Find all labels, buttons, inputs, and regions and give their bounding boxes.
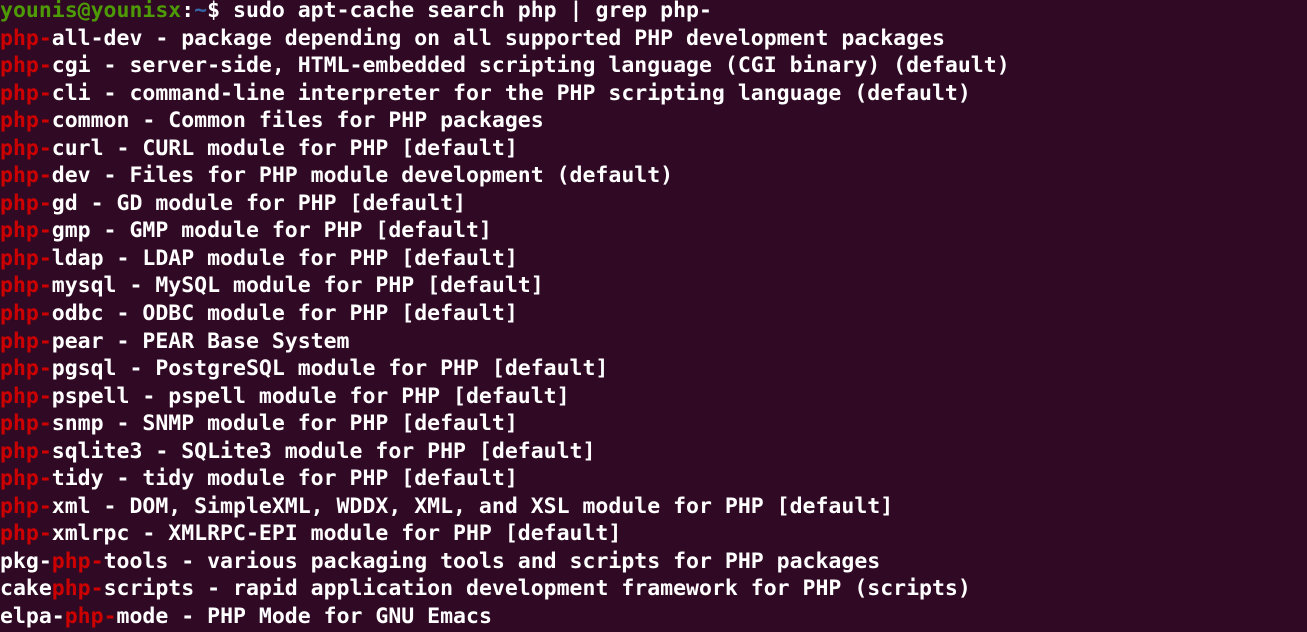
result-php-odbc-seg-0: php-	[0, 301, 52, 327]
result-php-xmlrpc-seg-0: php-	[0, 521, 52, 547]
result-php-ldap: php-ldap - LDAP module for PHP [default]	[0, 245, 1307, 273]
result-cakephp-scripts: cakephp-scripts - rapid application deve…	[0, 575, 1307, 603]
prompt-line: younis@younisx:~$ sudo apt-cache search …	[0, 0, 1307, 25]
result-php-cgi: php-cgi - server-side, HTML-embedded scr…	[0, 52, 1307, 80]
result-php-pspell-seg-1: pspell - pspell module for PHP [default]	[51, 383, 570, 409]
result-php-odbc-seg-1: odbc - ODBC module for PHP [default]	[51, 301, 518, 327]
result-php-mysql-seg-0: php-	[0, 273, 52, 299]
result-php-all-dev-seg-1: all-dev - package depending on all suppo…	[51, 25, 945, 51]
result-php-xmlrpc-seg-1: xmlrpc - XMLRPC-EPI module for PHP [defa…	[51, 521, 622, 547]
result-php-gd-seg-0: php-	[0, 190, 52, 216]
result-cakephp-scripts-seg-1: php-	[51, 576, 104, 602]
result-php-all-dev-seg-0: php-	[0, 25, 52, 51]
result-php-odbc: php-odbc - ODBC module for PHP [default]	[0, 300, 1307, 328]
result-php-pspell: php-pspell - pspell module for PHP [defa…	[0, 383, 1307, 411]
prompt-line-seg-4: sudo apt-cache search php | grep php-	[233, 0, 712, 23]
result-php-gd-seg-1: gd - GD module for PHP [default]	[51, 190, 466, 216]
prompt-line-seg-0: younis@younisx	[0, 0, 182, 23]
result-php-dev-seg-1: dev - Files for PHP module development (…	[51, 163, 674, 189]
result-php-ldap-seg-0: php-	[0, 245, 52, 271]
prompt-line-seg-3: $	[207, 0, 234, 23]
result-cakephp-scripts-seg-2: scripts - rapid application development …	[103, 576, 971, 602]
result-php-cli: php-cli - command-line interpreter for t…	[0, 80, 1307, 108]
result-elpa-php-mode-seg-1: php-	[64, 604, 117, 630]
result-php-tidy-seg-1: tidy - tidy module for PHP [default]	[51, 466, 518, 492]
result-php-gmp-seg-0: php-	[0, 218, 52, 244]
result-php-mysql: php-mysql - MySQL module for PHP [defaul…	[0, 272, 1307, 300]
result-php-snmp: php-snmp - SNMP module for PHP [default]	[0, 410, 1307, 438]
result-php-pear: php-pear - PEAR Base System	[0, 328, 1307, 356]
result-php-sqlite3-seg-0: php-	[0, 438, 52, 464]
result-php-common: php-common - Common files for PHP packag…	[0, 107, 1307, 135]
result-php-curl-seg-1: curl - CURL module for PHP [default]	[51, 135, 518, 161]
prompt-line-seg-1: :	[181, 0, 195, 23]
result-php-tidy: php-tidy - tidy module for PHP [default]	[0, 465, 1307, 493]
result-php-gd: php-gd - GD module for PHP [default]	[0, 190, 1307, 218]
terminal-window[interactable]: younis@younisx:~$ sudo apt-cache search …	[0, 0, 1307, 632]
result-php-curl: php-curl - CURL module for PHP [default]	[0, 135, 1307, 163]
result-php-xmlrpc: php-xmlrpc - XMLRPC-EPI module for PHP […	[0, 520, 1307, 548]
result-php-xml-seg-0: php-	[0, 493, 52, 519]
result-php-snmp-seg-1: snmp - SNMP module for PHP [default]	[51, 411, 518, 437]
result-php-sqlite3: php-sqlite3 - SQLite3 module for PHP [de…	[0, 438, 1307, 466]
result-php-gmp: php-gmp - GMP module for PHP [default]	[0, 217, 1307, 245]
result-php-dev-seg-0: php-	[0, 163, 52, 189]
result-php-pear-seg-1: pear - PEAR Base System	[51, 328, 350, 354]
result-php-mysql-seg-1: mysql - MySQL module for PHP [default]	[51, 273, 544, 299]
result-php-cli-seg-1: cli - command-line interpreter for the P…	[51, 80, 971, 106]
result-php-all-dev: php-all-dev - package depending on all s…	[0, 25, 1307, 53]
result-php-ldap-seg-1: ldap - LDAP module for PHP [default]	[51, 245, 518, 271]
result-php-cli-seg-0: php-	[0, 80, 52, 106]
result-php-tidy-seg-0: php-	[0, 466, 52, 492]
result-php-gmp-seg-1: gmp - GMP module for PHP [default]	[51, 218, 492, 244]
result-php-pear-seg-0: php-	[0, 328, 52, 354]
result-php-xml-seg-1: xml - DOM, SimpleXML, WDDX, XML, and XSL…	[51, 493, 894, 519]
result-pkg-php-tools: pkg-php-tools - various packaging tools …	[0, 548, 1307, 576]
result-php-sqlite3-seg-1: sqlite3 - SQLite3 module for PHP [defaul…	[51, 438, 596, 464]
result-php-snmp-seg-0: php-	[0, 411, 52, 437]
result-php-pgsql: php-pgsql - PostgreSQL module for PHP [d…	[0, 355, 1307, 383]
result-php-xml: php-xml - DOM, SimpleXML, WDDX, XML, and…	[0, 493, 1307, 521]
result-cakephp-scripts-seg-0: cake	[0, 576, 52, 602]
result-elpa-php-mode-seg-0: elpa-	[0, 604, 65, 630]
result-php-pspell-seg-0: php-	[0, 383, 52, 409]
result-php-curl-seg-0: php-	[0, 135, 52, 161]
result-php-cgi-seg-0: php-	[0, 53, 52, 79]
result-php-pgsql-seg-0: php-	[0, 356, 52, 382]
terminal-screen[interactable]: younis@younisx:~$ sudo apt-cache search …	[0, 0, 1307, 631]
result-pkg-php-tools-seg-0: pkg-	[0, 548, 52, 574]
result-php-common-seg-1: common - Common files for PHP packages	[51, 108, 544, 134]
result-pkg-php-tools-seg-2: tools - various packaging tools and scri…	[103, 548, 881, 574]
result-php-cgi-seg-1: cgi - server-side, HTML-embedded scripti…	[51, 53, 1010, 79]
result-pkg-php-tools-seg-1: php-	[51, 548, 104, 574]
result-elpa-php-mode-seg-2: mode - PHP Mode for GNU Emacs	[116, 604, 492, 630]
result-php-pgsql-seg-1: pgsql - PostgreSQL module for PHP [defau…	[51, 356, 609, 382]
result-elpa-php-mode: elpa-php-mode - PHP Mode for GNU Emacs	[0, 603, 1307, 631]
prompt-line-seg-2: ~	[194, 0, 208, 23]
result-php-dev: php-dev - Files for PHP module developme…	[0, 162, 1307, 190]
result-php-common-seg-0: php-	[0, 108, 52, 134]
